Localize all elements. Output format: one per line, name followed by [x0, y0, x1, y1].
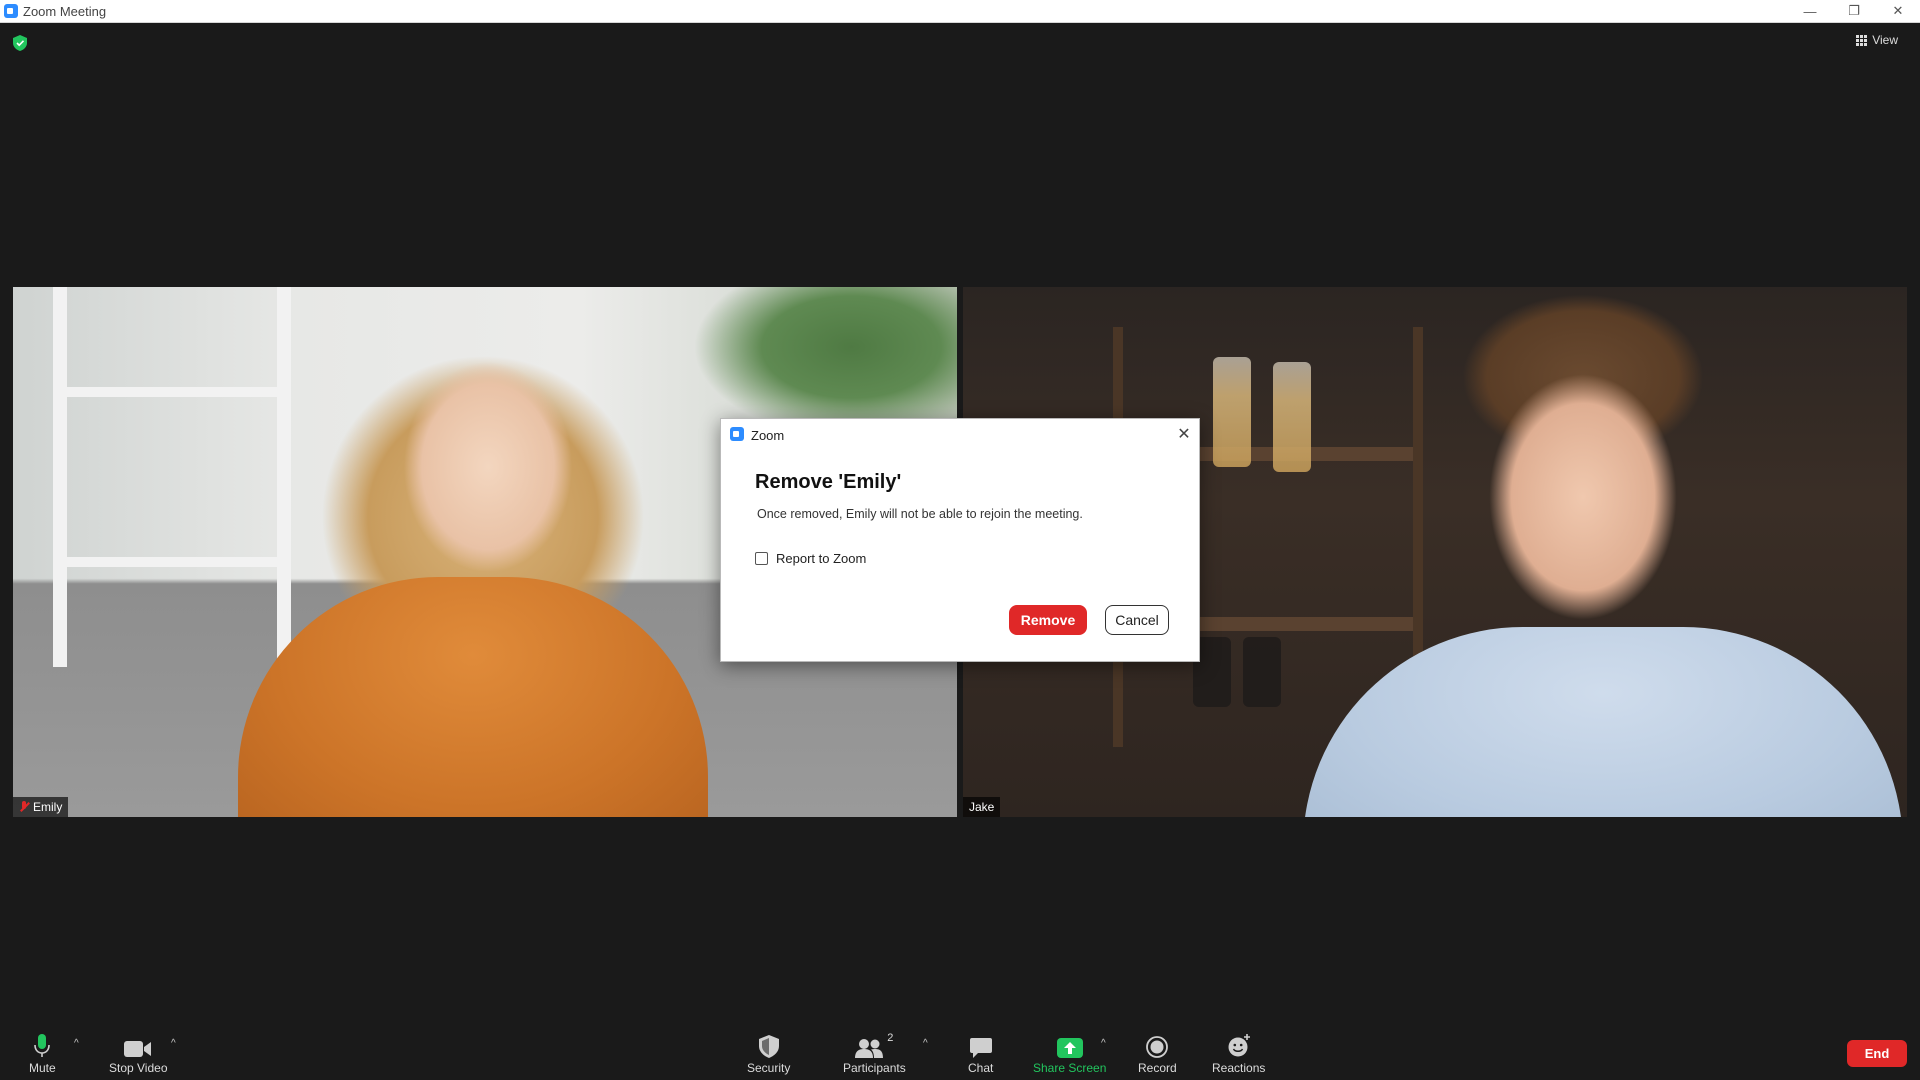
mute-label: Mute — [29, 1061, 56, 1075]
participant-name: Jake — [969, 800, 995, 814]
background-shelf — [53, 287, 291, 667]
share-screen-button[interactable]: Share Screen — [1033, 1032, 1106, 1075]
end-meeting-button[interactable]: End — [1847, 1040, 1907, 1067]
background-jar — [1243, 637, 1281, 707]
security-button[interactable]: Security — [747, 1032, 790, 1075]
background-jar — [1273, 362, 1311, 472]
view-button[interactable]: View — [1856, 33, 1898, 47]
share-options-caret-icon[interactable]: ^ — [1101, 1038, 1106, 1049]
window-title: Zoom Meeting — [23, 4, 107, 19]
chat-bubble-icon — [969, 1032, 992, 1058]
security-shield-icon — [758, 1032, 779, 1058]
security-label: Security — [747, 1061, 791, 1075]
dialog-header: Zoom ✕ — [721, 419, 1199, 447]
background-plant — [693, 287, 957, 437]
remove-button[interactable]: Remove — [1009, 605, 1087, 635]
close-window-button[interactable]: ✕ — [1876, 0, 1920, 22]
dialog-close-icon[interactable]: ✕ — [1175, 425, 1193, 443]
participants-options-caret-icon[interactable]: ^ — [923, 1038, 928, 1049]
video-options-caret-icon[interactable]: ^ — [171, 1038, 176, 1049]
maximize-button[interactable]: ❐ — [1832, 0, 1876, 22]
meeting-toolbar: Mute ^ Stop Video ^ Security 2 Participa… — [0, 1022, 1920, 1080]
grid-view-icon — [1856, 34, 1868, 46]
audio-options-caret-icon[interactable]: ^ — [74, 1038, 79, 1049]
encryption-shield-icon[interactable] — [13, 35, 27, 51]
report-to-zoom-label[interactable]: Report to Zoom — [776, 551, 866, 566]
cancel-button[interactable]: Cancel — [1105, 605, 1169, 635]
remove-participant-dialog: Zoom ✕ Remove 'Emily' Once removed, Emil… — [720, 418, 1200, 662]
reactions-button[interactable]: Reactions — [1212, 1032, 1265, 1075]
participant-video-emily — [238, 577, 708, 817]
zoom-app-icon — [730, 427, 744, 441]
reactions-smiley-icon — [1227, 1032, 1251, 1058]
microphone-icon — [34, 1032, 51, 1058]
dialog-message: Once removed, Emily will not be able to … — [757, 507, 1083, 521]
dialog-title: Remove 'Emily' — [755, 471, 902, 493]
chat-button[interactable]: Chat — [968, 1032, 993, 1075]
participants-button[interactable]: 2 Participants — [843, 1032, 906, 1075]
window-title-bar: Zoom Meeting — ❐ ✕ — [0, 0, 1920, 23]
share-screen-icon — [1056, 1032, 1083, 1058]
record-label: Record — [1138, 1061, 1177, 1075]
background-jar — [1213, 357, 1251, 467]
stop-video-label: Stop Video — [109, 1061, 168, 1075]
record-button[interactable]: Record — [1138, 1032, 1177, 1075]
view-label: View — [1872, 33, 1898, 47]
participant-name: Emily — [33, 800, 63, 814]
minimize-button[interactable]: — — [1788, 0, 1832, 22]
mic-muted-icon — [19, 801, 29, 813]
stop-video-button[interactable]: Stop Video — [109, 1032, 168, 1075]
participant-count-badge: 2 — [887, 1032, 894, 1044]
dialog-app-name: Zoom — [751, 428, 785, 443]
record-icon — [1146, 1032, 1169, 1058]
reactions-label: Reactions — [1212, 1061, 1266, 1075]
zoom-app-icon — [4, 4, 18, 18]
report-to-zoom-checkbox[interactable] — [755, 552, 768, 565]
participants-label: Participants — [843, 1061, 906, 1075]
participants-icon: 2 — [855, 1032, 893, 1058]
report-checkbox-row[interactable]: Report to Zoom — [755, 551, 866, 566]
mute-button[interactable]: Mute — [29, 1032, 56, 1075]
name-tag-jake: Jake — [963, 797, 1001, 817]
video-camera-icon — [124, 1032, 152, 1058]
name-tag-emily: Emily — [13, 797, 69, 817]
chat-label: Chat — [968, 1061, 994, 1075]
share-screen-label: Share Screen — [1033, 1061, 1107, 1075]
